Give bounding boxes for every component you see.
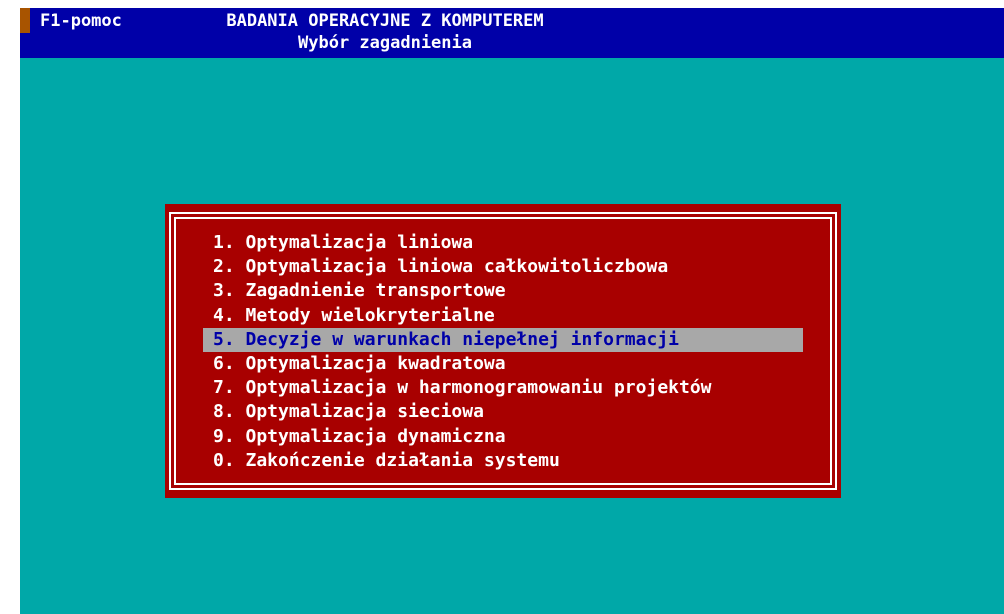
- menu-item-multicriteria-methods[interactable]: 4. Metody wielokryterialne: [203, 304, 803, 328]
- app-title: BADANIA OPERACYJNE Z KOMPUTEREM: [226, 11, 544, 31]
- header-bar: F1-pomoc BADANIA OPERACYJNE Z KOMPUTEREM…: [20, 8, 1004, 58]
- main-menu-window: 1. Optymalizacja liniowa 2. Optymalizacj…: [165, 204, 841, 498]
- menu-item-dynamic-optimization[interactable]: 9. Optymalizacja dynamiczna: [203, 425, 803, 449]
- menu-item-integer-optimization[interactable]: 2. Optymalizacja liniowa całkowitoliczbo…: [203, 255, 803, 279]
- menu-item-quadratic-optimization[interactable]: 6. Optymalizacja kwadratowa: [203, 352, 803, 376]
- menu-item-decisions-uncertainty[interactable]: 5. Decyzje w warunkach niepełnej informa…: [203, 327, 803, 352]
- dos-screen: F1-pomoc BADANIA OPERACYJNE Z KOMPUTEREM…: [20, 8, 1004, 614]
- menu-list: 1. Optymalizacja liniowa 2. Optymalizacj…: [203, 231, 803, 473]
- menu-item-linear-optimization[interactable]: 1. Optymalizacja liniowa: [203, 231, 803, 255]
- screen-subtitle: Wybór zagadnienia: [298, 33, 472, 53]
- menu-item-transport-problem[interactable]: 3. Zagadnienie transportowe: [203, 279, 803, 303]
- menu-item-network-optimization[interactable]: 8. Optymalizacja sieciowa: [203, 400, 803, 424]
- menu-item-exit-system[interactable]: 0. Zakończenie działania systemu: [203, 449, 803, 473]
- menu-item-project-scheduling[interactable]: 7. Optymalizacja w harmonogramowaniu pro…: [203, 376, 803, 400]
